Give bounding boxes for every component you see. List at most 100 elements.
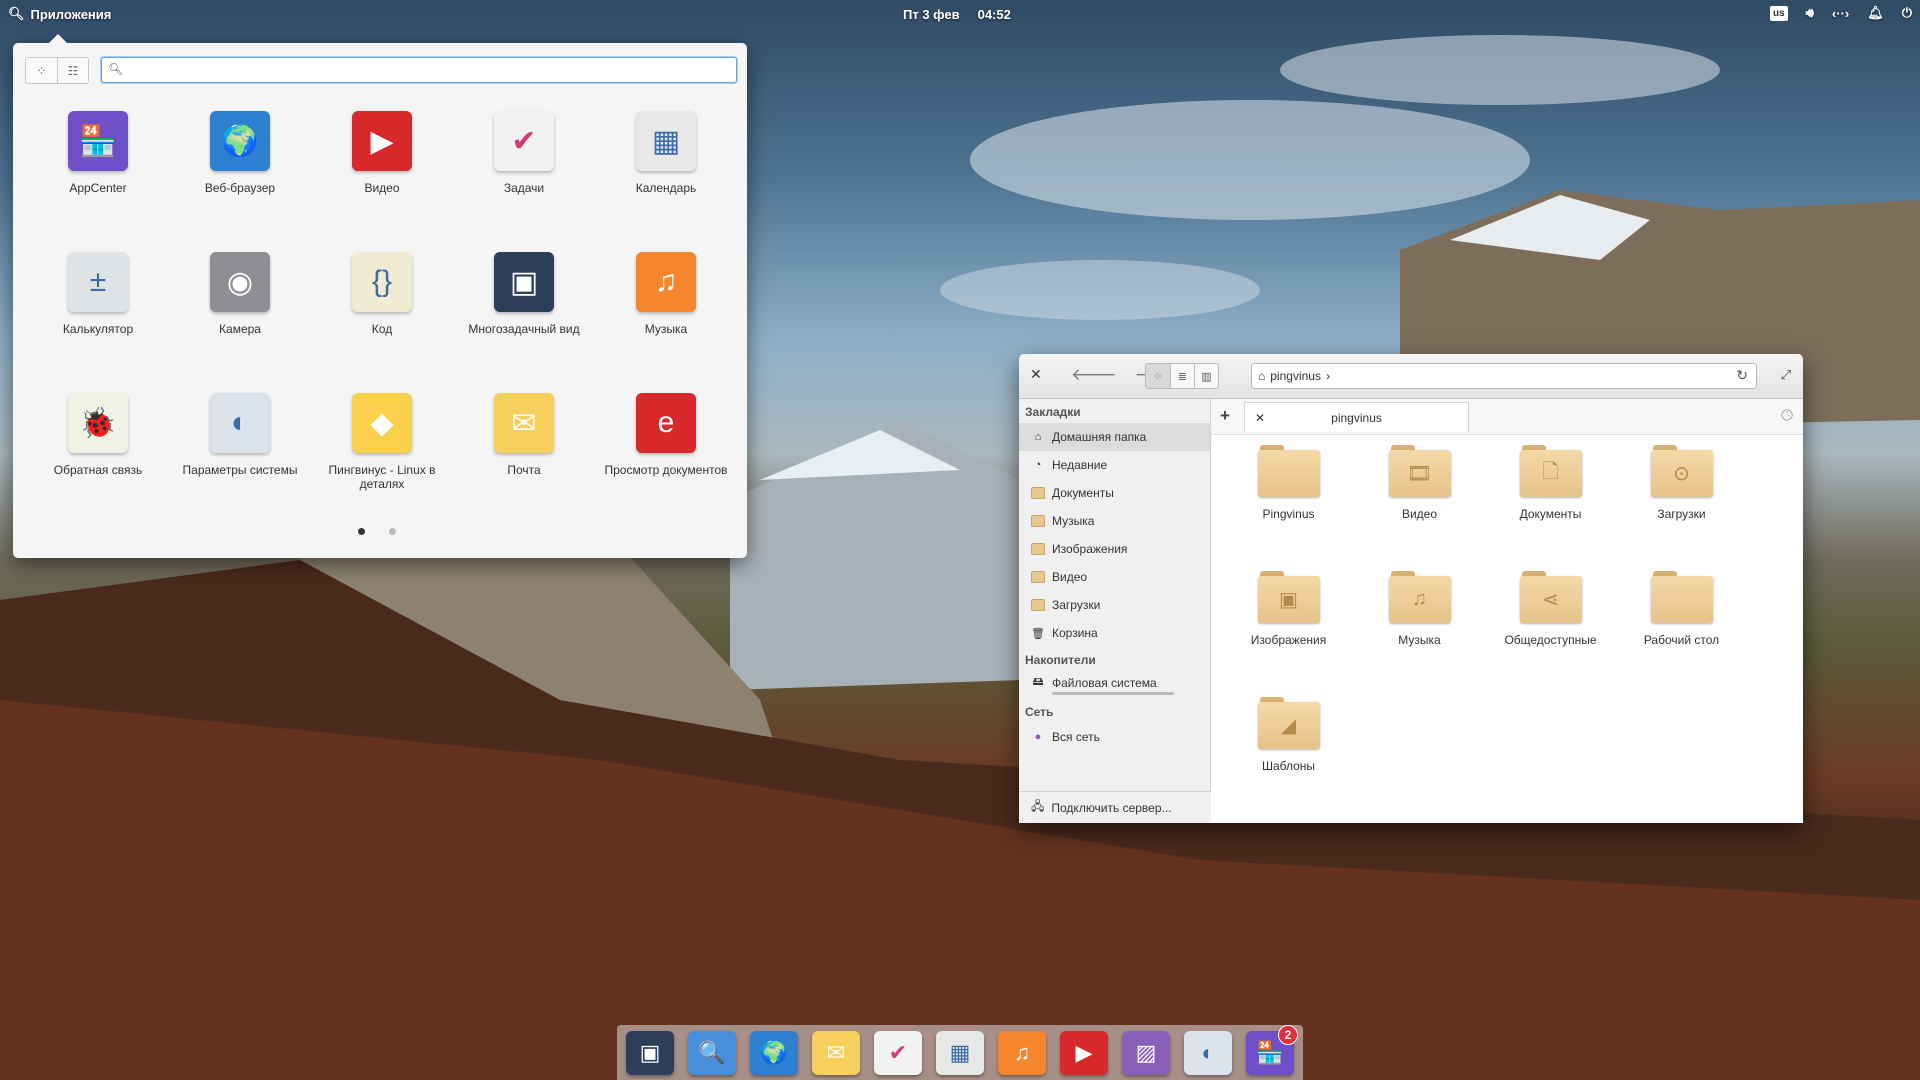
keyboard-layout-indicator[interactable]: us xyxy=(1769,5,1788,21)
folder-item[interactable]: ♫ Музыка xyxy=(1354,571,1485,697)
grid-view-icon[interactable]: ⁘ xyxy=(26,58,57,83)
folder-label: Общедоступные xyxy=(1504,633,1597,647)
sidebar-item-network[interactable]: ● Вся сеть xyxy=(1019,723,1210,751)
folder-item[interactable]: 🗋 Документы xyxy=(1485,445,1616,571)
tab-pingvinus[interactable]: ✕ pingvinus xyxy=(1244,402,1469,432)
chevron-right-icon: › xyxy=(1325,369,1330,383)
folder-icon xyxy=(1031,599,1045,611)
folder-icon xyxy=(1031,571,1045,583)
applications-menu-button[interactable]: 🔍︎ Приложения xyxy=(8,6,111,22)
power-icon[interactable]: ⏻ xyxy=(1902,5,1912,21)
volume-icon[interactable]: 🔊︎ xyxy=(1806,5,1814,21)
reload-icon[interactable]: ↻ xyxy=(1736,367,1748,384)
app-launcher-item[interactable]: ✉ Почта xyxy=(453,385,595,526)
network-icon: ● xyxy=(1034,731,1042,743)
app-launcher-item[interactable]: ▦ Календарь xyxy=(595,103,737,244)
sidebar-item[interactable]: Документы xyxy=(1019,479,1210,507)
list-view-icon[interactable]: ≣ xyxy=(1170,364,1194,388)
sidebar-item[interactable]: 🗑 Корзина xyxy=(1019,619,1210,647)
folder-item[interactable]: ⊙ Загрузки xyxy=(1616,445,1747,571)
browser-icon[interactable]: 🌍 xyxy=(750,1030,798,1075)
connect-server-button[interactable]: 🖧 Подключить сервер... xyxy=(1019,791,1211,823)
sidebar-item[interactable]: Изображения xyxy=(1019,535,1210,563)
app-label: Обратная связь xyxy=(53,463,143,477)
settings-icon[interactable]: ◐ xyxy=(1184,1030,1232,1075)
app-launcher-item[interactable]: ♫ Музыка xyxy=(595,244,737,385)
sidebar-item[interactable]: ◔ Недавние xyxy=(1019,451,1210,479)
folder-item[interactable]: ◢ Шаблоны xyxy=(1223,697,1354,823)
folder-item[interactable]: ▣ Изображения xyxy=(1223,571,1354,697)
app-launcher-item[interactable]: ◉ Камера xyxy=(169,244,311,385)
app-launcher-item[interactable]: ✔ Задачи xyxy=(453,103,595,244)
app-launcher-item[interactable]: e Просмотр документов xyxy=(595,385,737,526)
app-launcher-item[interactable]: ▣ Многозадачный вид xyxy=(453,244,595,385)
close-icon[interactable]: ✕ xyxy=(1030,366,1042,383)
back-icon[interactable]: 🡐 xyxy=(1071,365,1117,385)
app-launcher-item[interactable]: ± Калькулятор xyxy=(27,244,169,385)
app-launcher-item[interactable]: ◆ Пингвинус - Linux в деталях xyxy=(311,385,453,526)
folder-icon xyxy=(1031,515,1045,527)
app-launcher-item[interactable]: {} Код xyxy=(311,244,453,385)
new-tab-icon[interactable]: + xyxy=(1220,406,1230,426)
folder-item[interactable]: ⋖ Общедоступные xyxy=(1485,571,1616,697)
mail-icon[interactable]: ✉ xyxy=(812,1030,860,1075)
app-launcher-item[interactable]: 🏪 AppCenter xyxy=(27,103,169,244)
location-bar[interactable]: ⌂ pingvinus › ↻ xyxy=(1251,363,1757,389)
app-launcher-item[interactable]: 🐞 Обратная связь xyxy=(27,385,169,526)
history-icon[interactable]: 🕓︎ xyxy=(1781,407,1793,424)
connect-server-label: Подключить сервер... xyxy=(1051,800,1172,815)
mail-icon: ✉ xyxy=(494,393,554,453)
app-launcher-item[interactable]: ▶ Видео xyxy=(311,103,453,244)
folder-label: Видео xyxy=(1401,507,1438,521)
music-icon[interactable]: ♫ xyxy=(998,1030,1046,1075)
photos-icon[interactable]: ▨ xyxy=(1122,1030,1170,1075)
clock[interactable]: Пт 3 фев 04:52 xyxy=(903,7,1011,22)
app-launcher-item[interactable]: ◐ Параметры системы xyxy=(169,385,311,526)
sidebar-item-label: Документы xyxy=(1052,486,1114,500)
tab-bar: + ✕ pingvinus 🕓︎ xyxy=(1211,399,1803,435)
app-launcher-item[interactable]: 🌍 Веб-браузер xyxy=(169,103,311,244)
file-manager-icon[interactable]: 🔍 xyxy=(688,1030,736,1075)
maximize-icon[interactable]: ⤢ xyxy=(1781,367,1791,383)
sidebar-item-label: Изображения xyxy=(1052,542,1128,556)
folder-label: Шаблоны xyxy=(1261,759,1316,773)
breadcrumb[interactable]: ⌂ pingvinus › xyxy=(1258,369,1330,383)
multitasking-icon[interactable]: ▣ xyxy=(626,1030,674,1075)
sidebar-item-label: Загрузки xyxy=(1052,598,1101,612)
search-icon: 🔍︎ xyxy=(8,6,25,21)
time-label: 04:52 xyxy=(977,7,1011,22)
folder-item[interactable]: 🎞 Видео xyxy=(1354,445,1485,571)
video-icon[interactable]: ▶ xyxy=(1060,1030,1108,1075)
column-view-icon[interactable]: ▥ xyxy=(1194,364,1218,388)
page-dot-1[interactable] xyxy=(358,528,365,535)
search-input[interactable] xyxy=(126,61,726,79)
sidebar-item[interactable]: Музыка xyxy=(1019,507,1210,535)
folder-item[interactable]: Рабочий стол xyxy=(1616,571,1747,697)
calendar-icon[interactable]: ▦ xyxy=(936,1030,984,1075)
sidebar-item[interactable]: Видео xyxy=(1019,563,1210,591)
sidebar-item[interactable]: ⌂ Домашняя папка xyxy=(1019,423,1210,451)
app-label: Видео xyxy=(364,181,400,195)
close-tab-icon[interactable]: ✕ xyxy=(1255,411,1265,425)
app-label: Почта xyxy=(507,463,541,477)
sidebar-item-label: Недавние xyxy=(1052,458,1108,472)
sidebar-item-filesystem[interactable]: 🖴 Файловая система xyxy=(1019,671,1210,699)
applications-label: Приложения xyxy=(30,6,112,22)
network-icon[interactable]: ‹··› xyxy=(1832,6,1849,21)
folder-item[interactable]: Pingvinus xyxy=(1223,445,1354,571)
folder-icon: ⊙ xyxy=(1650,445,1713,497)
page-dot-2[interactable] xyxy=(389,528,396,535)
sidebar-item-label: Вся сеть xyxy=(1052,730,1100,744)
appcenter-icon[interactable]: 🏪 2 xyxy=(1246,1024,1298,1075)
dock-glyph: ✔ xyxy=(888,1039,908,1065)
app-label: Задачи xyxy=(503,181,545,195)
notifications-icon[interactable]: 🔔︎ xyxy=(1867,5,1884,21)
app-label: Календарь xyxy=(635,181,697,195)
dock-glyph: 🏪 xyxy=(1256,1039,1284,1065)
tab-label: pingvinus xyxy=(1331,410,1382,425)
category-view-icon[interactable]: ☷ xyxy=(57,58,88,83)
tasks-icon[interactable]: ✔ xyxy=(874,1030,922,1075)
sidebar-item[interactable]: Загрузки xyxy=(1019,591,1210,619)
icon-view-icon[interactable]: ⁘ xyxy=(1146,364,1170,388)
music-icon: ♫ xyxy=(636,252,696,312)
